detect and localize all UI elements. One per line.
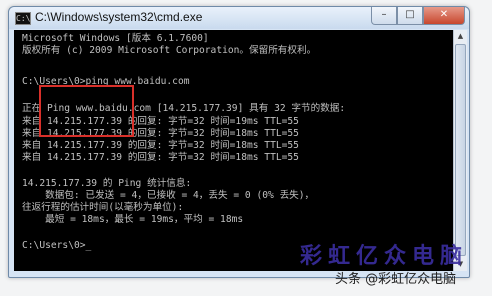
console-line: 往返行程的估计时间(以毫秒为单位): [22, 202, 184, 213]
watermark-text: 彩虹亿众电脑 [300, 243, 469, 269]
console-line: Microsoft Windows [版本 6.1.7600] [22, 33, 209, 44]
minimize-button[interactable]: – [371, 7, 397, 25]
close-button[interactable]: ✕ [423, 7, 465, 25]
console-line: 版权所有 (c) 2009 Microsoft Corporation。保留所有… [22, 45, 317, 56]
window-title: C:\Windows\system32\cmd.exe [35, 10, 203, 24]
watermark-sub-text: 头条 @彩虹亿众电脑 [335, 272, 457, 287]
console-line: 14.215.177.39 的 Ping 统计信息: [22, 178, 192, 189]
cmd-app-icon[interactable]: C:\ [15, 12, 31, 25]
console-line: 来自 14.215.177.39 的回复: 字节=32 时间=18ms TTL=… [22, 152, 299, 163]
console-output[interactable]: Microsoft Windows [版本 6.1.7600] 版权所有 (c)… [14, 30, 453, 271]
title-bar[interactable]: C:\ C:\Windows\system32\cmd.exe – □ ✕ [9, 7, 469, 29]
vertical-scrollbar[interactable]: ▲ ▼ [453, 30, 467, 271]
ip-highlight-box [39, 85, 134, 137]
scroll-up-arrow-icon[interactable]: ▲ [454, 30, 467, 43]
console-line: 数据包: 已发送 = 4，已接收 = 4，丢失 = 0 (0% 丢失)， [22, 190, 315, 201]
maximize-button[interactable]: □ [397, 7, 423, 25]
console-line: 最短 = 18ms，最长 = 19ms，平均 = 18ms [22, 214, 244, 225]
console-prompt: C:\Users\0>_ [22, 240, 92, 251]
window-controls: – □ ✕ [371, 7, 465, 25]
scrollbar-thumb[interactable] [455, 44, 466, 256]
console-line: 来自 14.215.177.39 的回复: 字节=32 时间=18ms TTL=… [22, 140, 299, 151]
